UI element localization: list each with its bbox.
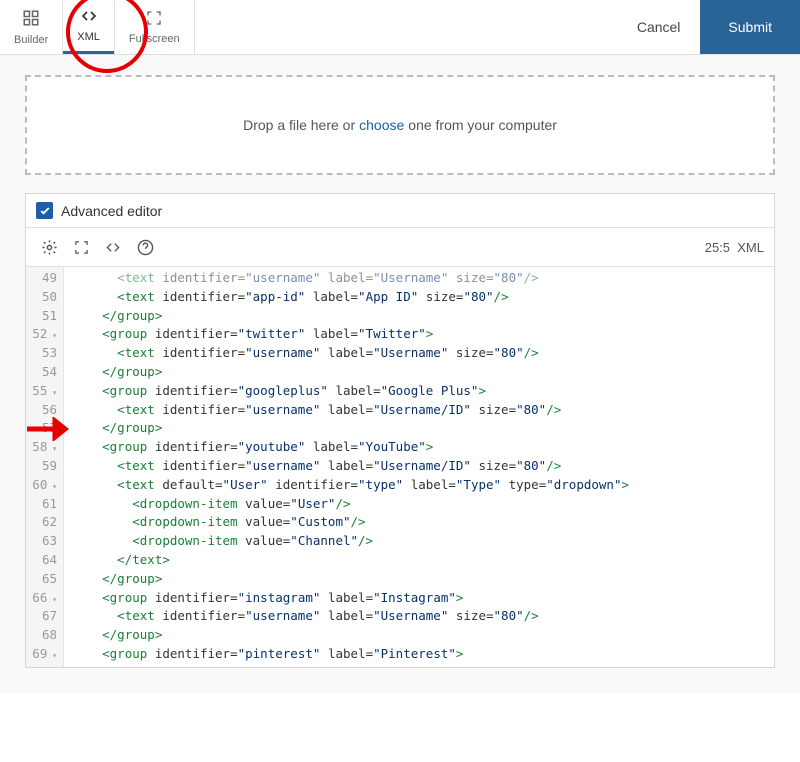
cursor-position: 25:5 XML bbox=[705, 240, 764, 255]
fullscreen-icon bbox=[146, 10, 162, 31]
top-toolbar: Builder XML Fullscreen Cancel Submit bbox=[0, 0, 800, 55]
code-small-icon[interactable] bbox=[100, 234, 126, 260]
advanced-editor-toggle[interactable]: Advanced editor bbox=[26, 194, 774, 228]
builder-icon bbox=[22, 9, 40, 32]
tab-fullscreen[interactable]: Fullscreen bbox=[115, 0, 194, 54]
checkbox-checked-icon bbox=[36, 202, 53, 219]
tab-xml[interactable]: XML bbox=[63, 0, 114, 54]
submit-button[interactable]: Submit bbox=[700, 0, 800, 54]
file-dropzone[interactable]: Drop a file here or choose one from your… bbox=[25, 75, 775, 175]
tab-builder[interactable]: Builder bbox=[0, 0, 62, 54]
cancel-button[interactable]: Cancel bbox=[617, 0, 701, 54]
fullscreen-small-icon[interactable] bbox=[68, 234, 94, 260]
annotation-arrow bbox=[25, 413, 73, 447]
gear-icon[interactable] bbox=[36, 234, 62, 260]
editor-toolbar: 25:5 XML bbox=[26, 228, 774, 267]
main-content: Drop a file here or choose one from your… bbox=[0, 55, 800, 693]
choose-file-link[interactable]: choose bbox=[359, 117, 404, 133]
help-icon[interactable] bbox=[132, 234, 158, 260]
line-gutter: 49505152 ▾535455 ▾565758 ▾5960 ▾61626364… bbox=[26, 267, 64, 667]
editor-panel: Advanced editor 25:5 XML 49505152 ▾53545… bbox=[25, 193, 775, 668]
code-icon bbox=[79, 8, 99, 29]
code-editor[interactable]: 49505152 ▾535455 ▾565758 ▾5960 ▾61626364… bbox=[26, 267, 774, 667]
